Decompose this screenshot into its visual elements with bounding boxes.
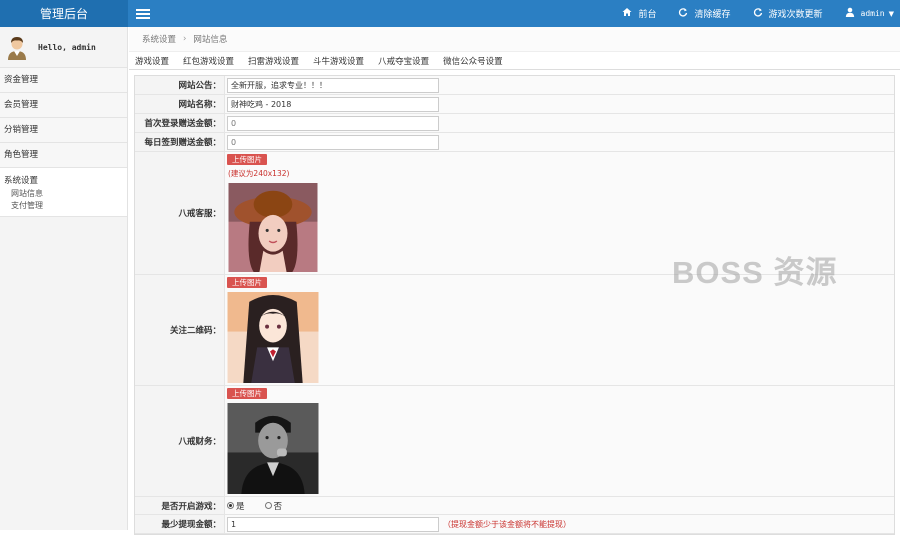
user-menu[interactable]: admin ▼ xyxy=(845,7,894,20)
daily-checkin-bonus-label: 每日签到赠送金额： xyxy=(144,138,221,148)
user-greeting: Hello, admin xyxy=(38,42,96,52)
min-withdraw-label: 最少提现金额： xyxy=(161,520,221,530)
qrcode-label: 关注二维码： xyxy=(169,326,221,336)
upload-button[interactable]: 上传图片 xyxy=(227,388,267,399)
form-row-site-name: 网站名称： xyxy=(135,95,894,114)
radio-no-label: 否 xyxy=(273,501,283,512)
sidebar-item-members[interactable]: 会员管理 xyxy=(0,93,127,118)
user-menu-label: admin xyxy=(860,9,885,18)
top-bar: 管理后台 前台 清除缓存 游戏次数更新 admin ▼ xyxy=(0,0,900,27)
tab-minesweeper-settings[interactable]: 扫雷游戏设置 xyxy=(248,55,299,67)
top-nav: 前台 清除缓存 游戏次数更新 admin ▼ xyxy=(600,0,900,27)
site-name-input[interactable] xyxy=(227,96,439,112)
sidebar-subitem-site-info[interactable]: 网站信息 xyxy=(0,188,127,200)
frontend-link[interactable]: 前台 xyxy=(622,7,656,20)
app-brand[interactable]: 管理后台 xyxy=(0,0,128,27)
game-enabled-yes[interactable]: 是 xyxy=(227,500,245,512)
chevron-right-icon: › xyxy=(183,34,187,44)
finance-image xyxy=(227,403,319,494)
form-row-daily-checkin-bonus: 每日签到赠送金额： xyxy=(135,133,894,152)
finance-label: 八戒财务： xyxy=(178,437,221,447)
tab-redpacket-settings[interactable]: 红包游戏设置 xyxy=(183,55,234,67)
avatar xyxy=(6,34,28,60)
service-label: 八戒客服： xyxy=(178,209,221,219)
qrcode-image xyxy=(227,292,319,383)
size-hint: (建议为240x132) xyxy=(228,169,290,178)
upload-button[interactable]: 上传图片 xyxy=(227,277,267,288)
sidebar-item-funds[interactable]: 资金管理 xyxy=(0,68,127,93)
game-enabled-radio-group: 是 否 xyxy=(227,500,302,512)
form-row-first-login-bonus: 首次登录赠送金额： xyxy=(135,114,894,133)
tab-wechat-settings[interactable]: 微信公众号设置 xyxy=(443,55,503,67)
form-row-qrcode-image: 关注二维码： 上传图片 xyxy=(135,275,894,386)
radio-yes-label: 是 xyxy=(236,501,245,512)
game-count-update-link[interactable]: 游戏次数更新 xyxy=(753,7,823,20)
clear-cache-label: 清除缓存 xyxy=(694,10,731,20)
form-row-game-enabled: 是否开启游戏： 是 否 xyxy=(135,497,894,515)
menu-toggle-icon[interactable] xyxy=(136,8,150,19)
home-icon xyxy=(622,7,632,20)
radio-yes[interactable] xyxy=(227,502,234,509)
breadcrumb: 系统设置 › 网站信息 xyxy=(129,27,900,52)
game-enabled-no[interactable]: 否 xyxy=(264,500,283,512)
radio-no[interactable] xyxy=(264,502,272,509)
refresh-icon xyxy=(678,7,688,20)
notice-label: 网站公告： xyxy=(178,81,221,91)
tab-niuniu-settings[interactable]: 斗牛游戏设置 xyxy=(313,55,364,67)
breadcrumb-root[interactable]: 系统设置 xyxy=(142,33,176,45)
sidebar-subitem-payment[interactable]: 支付管理 xyxy=(0,200,127,212)
service-image xyxy=(228,183,318,272)
chevron-down-icon: ▼ xyxy=(888,9,894,18)
sidebar-menu: 资金管理 会员管理 分销管理 角色管理 系统设置 网站信息 支付管理 xyxy=(0,67,127,217)
game-enabled-label: 是否开启游戏： xyxy=(161,501,221,512)
notice-input[interactable] xyxy=(227,77,439,93)
frontend-label: 前台 xyxy=(638,10,657,20)
clear-cache-link[interactable]: 清除缓存 xyxy=(678,7,731,20)
form-row-min-withdraw: 最少提现金额： （提现金额少于该金额将不能提现） xyxy=(135,515,894,534)
main-content: 系统设置 › 网站信息 游戏设置 红包游戏设置 扫雷游戏设置 斗牛游戏设置 八戒… xyxy=(129,27,900,535)
form-row-finance-image: 八戒财务： 上传图片 xyxy=(135,386,894,497)
sidebar-item-roles[interactable]: 角色管理 xyxy=(0,143,127,168)
site-info-form: 网站公告： 网站名称： 首次登录赠送金额： 每日签到赠送金额： 八戒客服： 上传… xyxy=(134,75,895,535)
sidebar-group-system: 系统设置 网站信息 支付管理 xyxy=(0,168,127,217)
first-login-bonus-label: 首次登录赠送金额： xyxy=(144,119,221,129)
refresh-icon xyxy=(753,7,763,20)
form-row-service-image: 八戒客服： 上传图片 (建议为240x132) xyxy=(135,152,894,275)
sidebar-item-system-settings[interactable]: 系统设置 xyxy=(0,174,127,188)
tab-game-settings[interactable]: 游戏设置 xyxy=(135,55,169,67)
tab-treasure-settings[interactable]: 八戒夺宝设置 xyxy=(378,55,429,67)
breadcrumb-current: 网站信息 xyxy=(193,35,228,45)
upload-button[interactable]: 上传图片 xyxy=(227,154,267,165)
sidebar-item-distribution[interactable]: 分销管理 xyxy=(0,118,127,143)
first-login-bonus-input[interactable] xyxy=(227,115,439,131)
settings-tabs: 游戏设置 红包游戏设置 扫雷游戏设置 斗牛游戏设置 八戒夺宝设置 微信公众号设置 xyxy=(129,52,900,70)
game-count-update-label: 游戏次数更新 xyxy=(768,10,823,20)
min-withdraw-input[interactable] xyxy=(227,516,439,532)
form-row-notice: 网站公告： xyxy=(135,76,894,95)
user-panel: Hello, admin xyxy=(0,27,127,67)
user-icon xyxy=(845,7,855,20)
sidebar: Hello, admin 资金管理 会员管理 分销管理 角色管理 系统设置 网站… xyxy=(0,27,128,530)
daily-checkin-bonus-input[interactable] xyxy=(227,134,439,150)
min-withdraw-warning: （提现金额少于该金额将不能提现） xyxy=(443,519,571,529)
site-name-label: 网站名称： xyxy=(178,100,221,110)
